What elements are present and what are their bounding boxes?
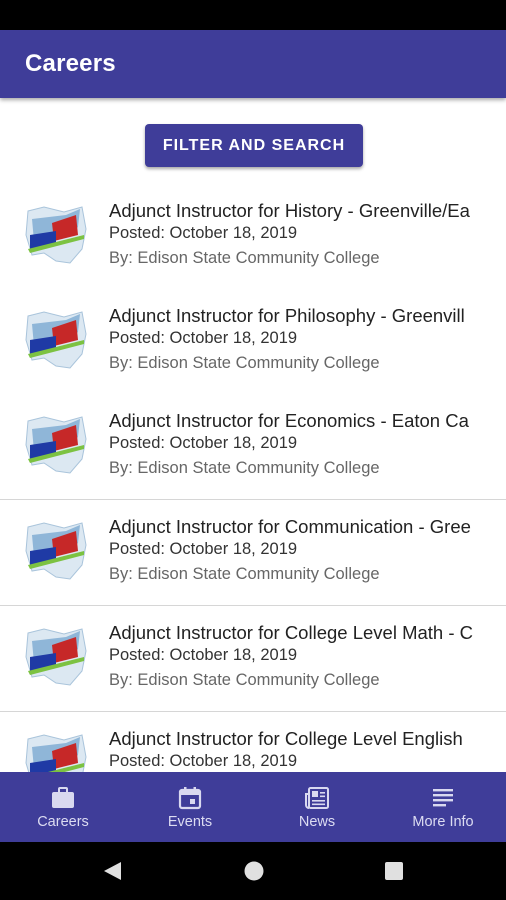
job-list: Adjunct Instructor for History - Greenvi… [0, 184, 506, 772]
job-posted-date: Posted: October 18, 2019 [109, 540, 298, 558]
job-title: Adjunct Instructor for College Level Mat… [109, 622, 473, 643]
nav-label: Careers [37, 814, 89, 830]
system-navigation-bar [0, 842, 506, 900]
filter-area: FILTER AND SEARCH [0, 98, 506, 184]
nav-careers[interactable]: Careers [0, 772, 126, 842]
job-row[interactable]: Adjunct Instructor for Communication - G… [0, 500, 506, 606]
college-logo-icon [25, 628, 87, 686]
job-employer: By: Edison State Community College [109, 565, 380, 583]
app-bar: Careers [0, 30, 506, 98]
job-row[interactable]: Adjunct Instructor for Philosophy - Gree… [0, 289, 506, 395]
nav-news[interactable]: News [254, 772, 380, 842]
college-logo-icon [25, 416, 87, 474]
job-employer: By: Edison State Community College [109, 671, 380, 689]
job-title: Adjunct Instructor for Communication - G… [109, 516, 471, 537]
nav-more-info[interactable]: More Info [380, 772, 506, 842]
job-row[interactable]: Adjunct Instructor for College Level Eng… [0, 712, 506, 772]
nav-label: News [298, 814, 336, 830]
college-logo-icon [25, 311, 87, 369]
job-title: Adjunct Instructor for Economics - Eaton… [109, 410, 469, 431]
job-row[interactable]: Adjunct Instructor for Economics - Eaton… [0, 394, 506, 500]
newspaper-icon [305, 787, 329, 809]
job-title: Adjunct Instructor for College Level Eng… [109, 728, 463, 749]
college-logo-icon [25, 522, 87, 580]
job-posted-date: Posted: October 18, 2019 [109, 434, 298, 452]
job-posted-date: Posted: October 18, 2019 [109, 329, 298, 347]
job-title: Adjunct Instructor for History - Greenvi… [109, 200, 470, 221]
job-posted-date: Posted: October 18, 2019 [109, 752, 298, 770]
bottom-navigation: Careers Events News More Info [0, 772, 506, 842]
nav-events[interactable]: Events [127, 772, 253, 842]
job-row[interactable]: Adjunct Instructor for History - Greenvi… [0, 184, 506, 290]
recent-apps-icon[interactable] [383, 860, 405, 882]
job-posted-date: Posted: October 18, 2019 [109, 224, 298, 242]
nav-label: More Info [412, 814, 474, 830]
filter-and-search-button[interactable]: FILTER AND SEARCH [145, 124, 363, 167]
college-logo-icon [25, 734, 87, 772]
job-title: Adjunct Instructor for Philosophy - Gree… [109, 305, 465, 326]
home-icon[interactable] [243, 860, 265, 882]
job-employer: By: Edison State Community College [109, 249, 380, 267]
menu-lines-icon [433, 789, 453, 807]
job-posted-date: Posted: October 18, 2019 [109, 646, 298, 664]
calendar-icon [178, 787, 202, 810]
job-row[interactable]: Adjunct Instructor for College Level Mat… [0, 606, 506, 712]
job-employer: By: Edison State Community College [109, 459, 380, 477]
page-title: Careers [25, 50, 116, 77]
back-icon[interactable] [101, 860, 123, 882]
job-employer: By: Edison State Community College [109, 354, 380, 372]
college-logo-icon [25, 206, 87, 264]
status-bar [0, 0, 506, 30]
briefcase-icon [52, 787, 74, 808]
nav-label: Events [167, 814, 213, 830]
